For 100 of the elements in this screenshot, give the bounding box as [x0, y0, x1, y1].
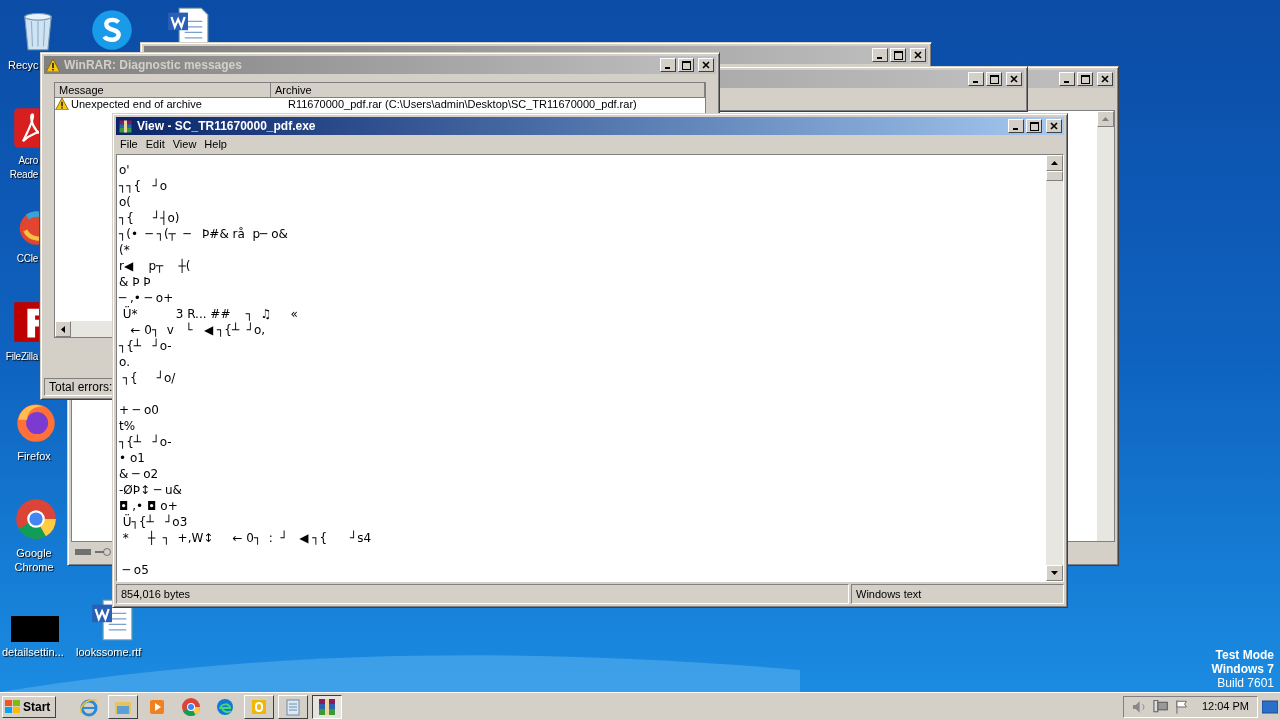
text-line: (*	[119, 242, 130, 258]
desktop-icon-label[interactable]: FileZilla	[0, 350, 38, 364]
text-line: -ØÞ↕ ─ u&	[119, 482, 182, 498]
minimize-button[interactable]	[968, 72, 984, 86]
maximize-icon	[989, 74, 999, 84]
winrar-icon	[317, 696, 337, 717]
notepad-icon	[283, 696, 303, 717]
windows-logo-icon	[5, 699, 21, 714]
file-thumbnail-icon	[11, 616, 59, 642]
internet-explorer-icon	[79, 696, 99, 717]
minimize-button[interactable]	[1008, 119, 1024, 133]
minimize-button[interactable]	[1059, 72, 1075, 86]
maximize-icon	[1080, 74, 1090, 84]
clock-text[interactable]: 12:04 PM	[1201, 698, 1249, 715]
network-icon[interactable]	[1153, 699, 1169, 714]
chrome-icon	[14, 497, 58, 541]
text-line: t%	[119, 418, 136, 434]
text-line: ┐{┴ ┘o-	[119, 434, 172, 450]
key-icon	[95, 548, 111, 556]
maximize-button[interactable]	[1077, 72, 1093, 86]
text-line: ┐{ ┘┤o)	[119, 210, 180, 226]
text-line: ─ o5	[121, 562, 149, 578]
text-line: ← 0┐ v └ ◀ ┐{┴ ┘o,	[129, 322, 266, 338]
flag-icon[interactable]	[1174, 699, 1188, 714]
warning-icon	[46, 58, 60, 72]
close-icon	[1101, 75, 1109, 83]
scroll-down-icon[interactable]	[1051, 571, 1058, 575]
text-line: + ─ o0	[119, 402, 159, 418]
show-desktop-icon[interactable]	[1262, 699, 1278, 714]
vertical-scrollbar[interactable]	[1097, 111, 1114, 541]
maximize-button[interactable]	[678, 58, 694, 72]
close-icon	[702, 61, 710, 69]
text-line: Ü* 3 R... ## ┐ ♫ «	[121, 306, 298, 322]
maximize-icon	[893, 50, 903, 60]
menu-item[interactable]: View	[168, 136, 201, 153]
text-line: ┐(• ─ ┐(┬ ─ Þ#& rå p─ o&	[119, 226, 288, 242]
desktop-icon-label[interactable]: lookssome.rtf	[76, 645, 142, 659]
menu-item[interactable]: Help	[200, 136, 231, 153]
window-title: View - SC_TR11670000_pdf.exe	[137, 118, 316, 135]
text-line: o.	[119, 354, 130, 370]
desktop-icon-label[interactable]: Recyc	[8, 58, 39, 72]
text-line: ┐{┴ ┘o-	[119, 338, 172, 354]
close-button[interactable]	[1006, 72, 1022, 86]
message-text: Unexpected end of archive	[71, 98, 202, 111]
text-line: o'	[119, 162, 130, 178]
text-line: ─ ,• ─ o+	[119, 290, 174, 306]
desktop-icon-label[interactable]: Firefox	[3, 449, 65, 463]
os-notice-text: Windows 7	[1211, 662, 1274, 676]
close-icon	[1010, 75, 1018, 83]
horizontal-scrollbar[interactable]	[55, 321, 112, 337]
scroll-left-icon[interactable]	[61, 325, 65, 333]
status-bar-panel: 854,016 bytes	[116, 584, 849, 604]
filezilla-icon	[12, 300, 39, 344]
text-line: & Þ Þ	[119, 274, 151, 290]
chrome-icon	[181, 696, 201, 717]
edge-icon	[215, 696, 235, 717]
text-line: ┐┐{ ┘o	[119, 178, 168, 194]
menu-item[interactable]: Edit	[141, 136, 169, 153]
skype-icon	[90, 8, 134, 52]
close-button[interactable]	[1097, 72, 1113, 86]
minimize-button[interactable]	[660, 58, 676, 72]
column-header[interactable]: Archive	[271, 83, 705, 98]
scroll-thumb[interactable]	[1046, 171, 1063, 181]
close-button[interactable]	[698, 58, 714, 72]
status-text: Total errors:	[49, 379, 113, 396]
vertical-scrollbar[interactable]	[1046, 155, 1063, 581]
taskbar-app-button[interactable]	[312, 694, 342, 719]
maximize-icon	[1029, 121, 1039, 131]
text-line: o(	[119, 194, 132, 210]
desktop-icon-label[interactable]: detailsettin...	[2, 645, 64, 659]
os-notice-text: Test Mode	[1215, 648, 1274, 662]
start-button[interactable]: Start	[2, 695, 56, 718]
text-line: * ┼ ┐ +,W↕ ← 0┐ : ┘ ◀ ┐{ ┘s4	[121, 530, 372, 546]
maximize-icon	[681, 60, 691, 70]
minimize-button[interactable]	[872, 48, 888, 62]
column-header[interactable]: Message	[55, 83, 271, 98]
close-icon	[1050, 122, 1058, 130]
table-cell-text: R11670000_pdf.rar (C:\Users\admin\Desktop\SC_TR11670000_pdf.rar)	[287, 98, 637, 111]
desktop-icon-label[interactable]: Google Chrome	[3, 546, 65, 574]
acrobat-icon	[12, 106, 39, 150]
text-line: & ─ o2	[119, 466, 159, 482]
text-line: ┐{ ┘o/	[121, 370, 176, 386]
text-line: Ü┐{┴ ┘o3	[121, 514, 188, 530]
text-line: ◘ ,• ◘ o+	[119, 498, 178, 514]
keyboard-icon	[75, 549, 91, 555]
text-line: r◀ p┬ ┼(	[119, 258, 191, 274]
desktop-icon-label[interactable]: Acro Reade	[0, 154, 38, 182]
desktop-icon-label[interactable]: CCle	[0, 252, 38, 266]
os-notice-text: Build 7601	[1217, 676, 1274, 690]
menu-item[interactable]: File	[116, 136, 142, 153]
window-title: WinRAR: Diagnostic messages	[64, 57, 242, 74]
close-button[interactable]	[910, 48, 926, 62]
maximize-button[interactable]	[1026, 119, 1042, 133]
close-button[interactable]	[1046, 119, 1062, 133]
scroll-up-icon[interactable]	[1051, 161, 1058, 165]
status-bar-panel: Windows text	[851, 584, 1064, 604]
warning-icon	[55, 98, 69, 110]
maximize-button[interactable]	[890, 48, 906, 62]
maximize-button[interactable]	[986, 72, 1002, 86]
close-icon	[914, 51, 922, 59]
